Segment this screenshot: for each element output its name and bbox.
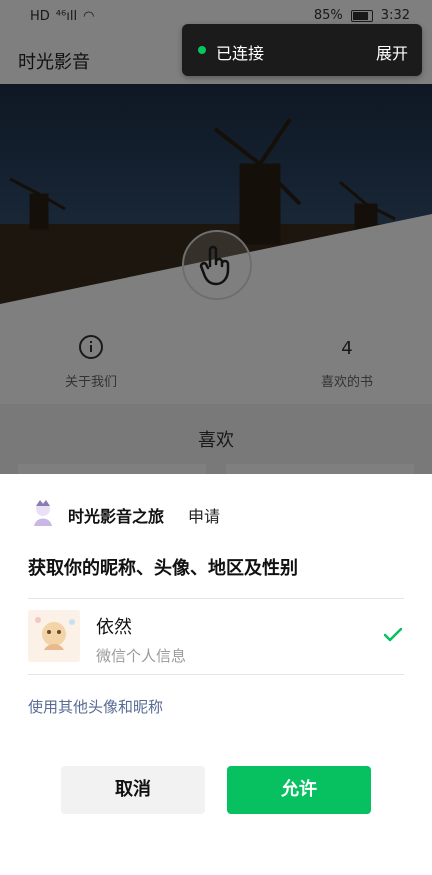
check-icon[interactable]: [383, 627, 403, 642]
user-avatar: [28, 610, 80, 662]
connection-status: 已连接: [216, 44, 265, 63]
apply-label: 申请: [188, 507, 221, 526]
allow-button[interactable]: 允许: [227, 766, 371, 814]
authorization-sheet: 时光影音之旅 申请 获取你的昵称、头像、地区及性别 依然 微信个人信息 使用其他…: [0, 474, 432, 875]
expand-button[interactable]: 展开: [376, 40, 408, 64]
cancel-button[interactable]: 取消: [61, 766, 205, 814]
connection-toast: 已连接 展开: [182, 24, 422, 76]
user-info-subtitle: 微信个人信息: [96, 647, 187, 665]
connected-dot-icon: [198, 46, 206, 54]
divider: [28, 598, 404, 599]
app-name: 时光影音之旅: [68, 507, 165, 526]
permission-title: 获取你的昵称、头像、地区及性别: [28, 558, 298, 579]
user-nickname: 依然: [96, 617, 132, 638]
app-logo-icon: [28, 498, 58, 528]
divider: [28, 674, 404, 675]
use-other-avatar-link[interactable]: 使用其他头像和昵称: [28, 696, 163, 717]
